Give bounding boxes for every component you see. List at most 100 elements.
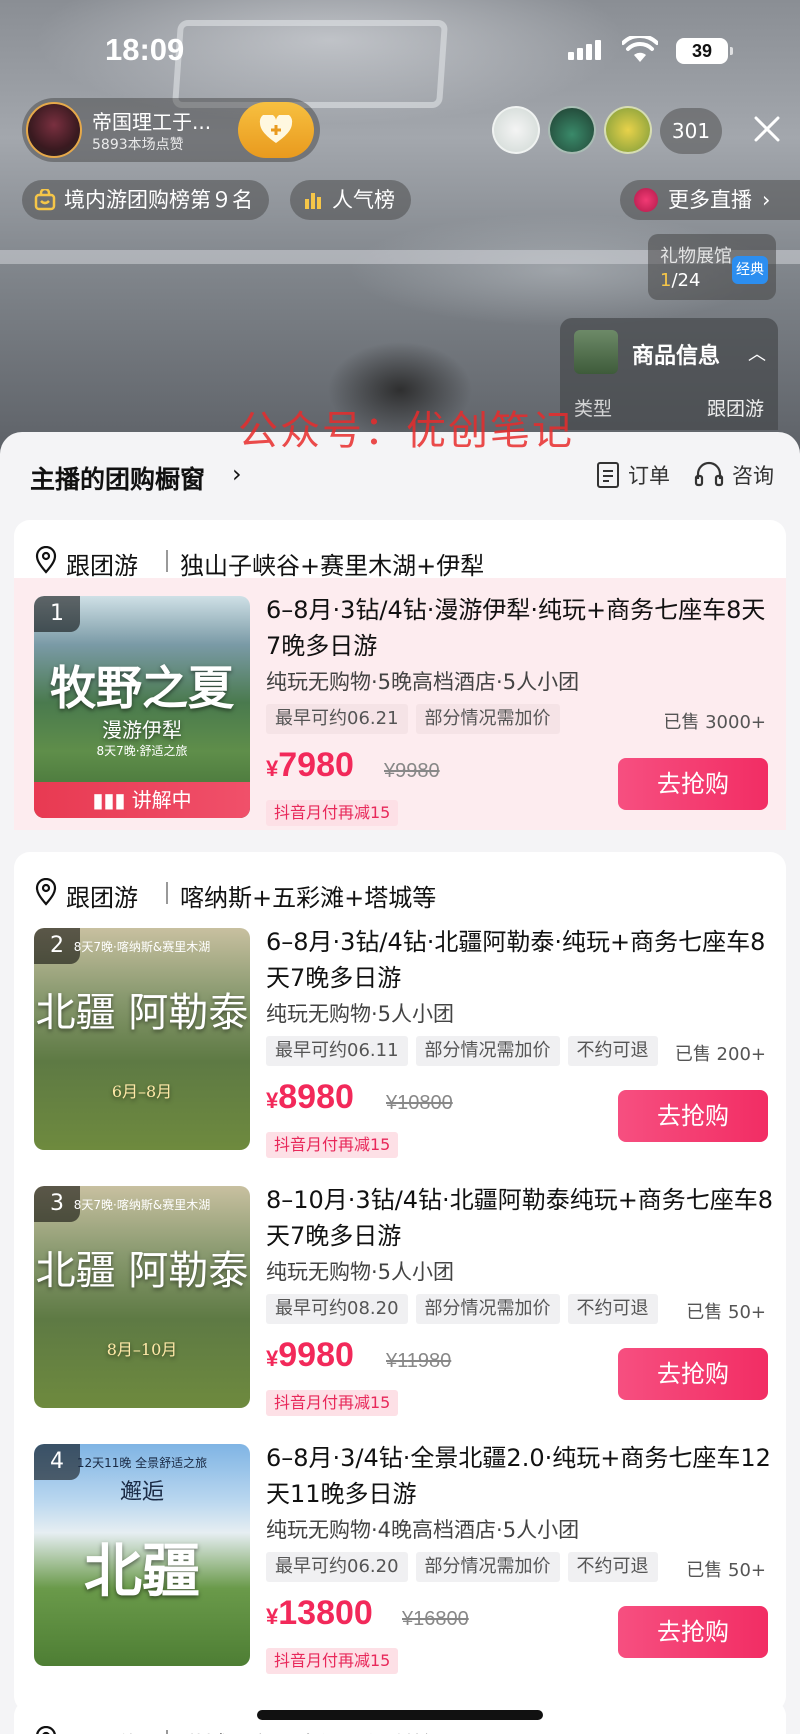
consult-label: 咨询 bbox=[732, 464, 774, 488]
buy-button[interactable]: 去抢购 bbox=[618, 1090, 768, 1142]
gift-hall-count: 1/24 bbox=[660, 270, 701, 291]
bar-chart-icon bbox=[305, 193, 321, 209]
coupon-badge: 抖音月付再减15 bbox=[266, 1648, 399, 1674]
more-live-button[interactable]: 更多直播 › bbox=[620, 180, 800, 220]
gift-hall-badge: 经典 bbox=[732, 256, 768, 284]
thumb-caption: 8天7晚·喀纳斯&赛里木湖 bbox=[73, 940, 211, 954]
thumb-subtitle: 6月–8月 bbox=[111, 1082, 173, 1101]
viewer-avatar[interactable] bbox=[604, 106, 652, 154]
rank-badge: 1 bbox=[34, 596, 80, 632]
status-time: 18:09 bbox=[105, 32, 185, 67]
tag: 不约可退 bbox=[567, 1036, 658, 1066]
ceiling-lamp bbox=[171, 20, 449, 108]
heart-plus-icon bbox=[259, 115, 293, 143]
product-info-title: 商品信息 bbox=[632, 344, 721, 369]
tag-list: 最早可约06.20 部分情况需加价 不约可退 bbox=[266, 1552, 658, 1582]
group-route: 喀纳斯+五彩滩+塔城等 bbox=[180, 884, 437, 912]
gift-hall-title: 礼物展馆 bbox=[660, 246, 732, 267]
cellular-signal-icon bbox=[568, 40, 604, 60]
divider bbox=[166, 882, 168, 904]
product-title[interactable]: 6–8月·3钻/4钻·漫游伊犁·纯玩+商务七座车8天7晚多日游 bbox=[266, 592, 776, 664]
group-buy-sheet: 主播的团购橱窗 › 订单 咨询 跟团游 独山子峡谷+赛里木湖+伊犁 1 牧野之夏… bbox=[0, 432, 800, 1734]
group-type: 跟团游 bbox=[66, 1726, 138, 1734]
sold-count: 已售 3000+ bbox=[663, 712, 766, 733]
watermark: 公众号：优创笔记 bbox=[238, 408, 574, 454]
headset-icon bbox=[694, 461, 724, 487]
tag: 部分情况需加价 bbox=[415, 1036, 560, 1066]
shopping-bag-icon bbox=[34, 189, 56, 211]
group-route: 塔城+赛里木湖+伊犁等 bbox=[180, 1726, 436, 1734]
thumb-subtitle: 漫游伊犁 bbox=[102, 718, 182, 742]
tag: 不约可退 bbox=[567, 1294, 658, 1324]
consult-button[interactable]: 咨询 bbox=[694, 460, 774, 490]
product-subtitle: 纯玩无购物·5人小团 bbox=[266, 1260, 455, 1284]
group-card: 跟团游 喀纳斯+五彩滩+塔城等 2 8天7晚·喀纳斯&赛里木湖 北疆 阿勒泰 6… bbox=[14, 852, 786, 1712]
product-title[interactable]: 6–8月·3钻/4钻·北疆阿勒泰·纯玩+商务七座车8天7晚多日游 bbox=[266, 924, 776, 996]
product-title[interactable]: 6–8月·3/4钻·全景北疆2.0·纯玩+商务七座车12天11晚多日游 bbox=[266, 1440, 776, 1512]
sheet-title[interactable]: 主播的团购橱窗 bbox=[30, 460, 205, 496]
product-item[interactable]: 2 8天7晚·喀纳斯&赛里木湖 北疆 阿勒泰 6月–8月 6–8月·3钻/4钻·… bbox=[14, 910, 786, 1160]
follow-button[interactable] bbox=[238, 102, 314, 158]
explaining-bar[interactable]: ▮▮▮ 讲解中 bbox=[34, 782, 250, 818]
viewer-count[interactable]: 301 bbox=[660, 108, 722, 154]
thumb-caption: 8天7晚·舒适之旅 bbox=[96, 744, 188, 758]
product-subtitle: 纯玩无购物·4晚高档酒店·5人小团 bbox=[266, 1518, 580, 1542]
original-price: ¥10800 bbox=[386, 1092, 453, 1114]
viewer-avatar[interactable] bbox=[548, 106, 596, 154]
product-type-value: 跟团游 bbox=[706, 398, 764, 420]
host-name: 帝国理工于... bbox=[92, 110, 212, 134]
group-type: 跟团游 bbox=[66, 552, 138, 580]
host-avatar[interactable] bbox=[26, 102, 82, 158]
thumb-caption: 8天7晚·喀纳斯&赛里木湖 bbox=[73, 1198, 211, 1212]
thumb-caption: 12天11晚 全景舒适之旅 bbox=[76, 1456, 208, 1470]
price: ¥9980 bbox=[266, 1336, 354, 1374]
document-icon bbox=[597, 462, 619, 488]
orders-button[interactable]: 订单 bbox=[596, 460, 670, 490]
tag: 最早可约06.11 bbox=[266, 1036, 408, 1066]
sold-count: 已售 50+ bbox=[686, 1560, 766, 1581]
host-likes: 5893本场点赞 bbox=[92, 137, 184, 153]
product-image[interactable]: 3 8天7晚·喀纳斯&赛里木湖 北疆 阿勒泰 8月–10月 bbox=[34, 1186, 250, 1408]
product-image[interactable]: 1 牧野之夏 漫游伊犁 8天7晚·舒适之旅 ▮▮▮ 讲解中 bbox=[34, 596, 250, 818]
product-info-panel[interactable]: 商品信息 ︿ 类型 跟团游 bbox=[560, 318, 778, 430]
product-item[interactable]: 1 牧野之夏 漫游伊犁 8天7晚·舒适之旅 ▮▮▮ 讲解中 6–8月·3钻/4钻… bbox=[14, 578, 786, 830]
coupon-badge: 抖音月付再减15 bbox=[266, 800, 399, 826]
gift-hall[interactable]: 礼物展馆 1/24 经典 bbox=[648, 234, 776, 300]
product-item[interactable]: 4 12天11晚 全景舒适之旅 邂逅 北疆 6–8月·3/4钻·全景北疆2.0·… bbox=[14, 1426, 786, 1676]
product-title[interactable]: 8–10月·3钻/4钻·北疆阿勒泰纯玩+商务七座车8天7晚多日游 bbox=[266, 1182, 776, 1254]
group-type: 跟团游 bbox=[66, 884, 138, 912]
tag: 部分情况需加价 bbox=[415, 704, 560, 734]
viewer-avatar[interactable] bbox=[492, 106, 540, 154]
product-item[interactable]: 3 8天7晚·喀纳斯&赛里木湖 北疆 阿勒泰 8月–10月 8–10月·3钻/4… bbox=[14, 1168, 786, 1418]
chevron-up-icon[interactable]: ︿ bbox=[748, 340, 766, 366]
orders-label: 订单 bbox=[628, 464, 670, 488]
thumb-subtitle: 邂逅 bbox=[119, 1480, 164, 1505]
tag: 最早可约08.20 bbox=[266, 1294, 408, 1324]
rank-chip-label: 境内游团购榜第９名 bbox=[64, 188, 253, 212]
price: ¥7980 bbox=[266, 746, 354, 784]
chevron-right-icon[interactable]: › bbox=[232, 460, 242, 488]
tag-list: 最早可约08.20 部分情况需加价 不约可退 bbox=[266, 1294, 658, 1324]
divider bbox=[166, 1730, 168, 1734]
buy-button[interactable]: 去抢购 bbox=[618, 1606, 768, 1658]
close-icon[interactable] bbox=[750, 112, 784, 146]
rank-chip[interactable]: 境内游团购榜第９名 bbox=[22, 180, 269, 220]
location-pin-icon bbox=[36, 1726, 56, 1734]
explaining-label: 讲解中 bbox=[131, 788, 192, 812]
tag-list: 最早可约06.11 部分情况需加价 不约可退 bbox=[266, 1036, 658, 1066]
popularity-chip[interactable]: 人气榜 bbox=[290, 180, 411, 220]
product-image[interactable]: 4 12天11晚 全景舒适之旅 邂逅 北疆 bbox=[34, 1444, 250, 1666]
chevron-right-icon: › bbox=[762, 188, 771, 212]
coupon-badge: 抖音月付再减15 bbox=[266, 1132, 399, 1158]
buy-button[interactable]: 去抢购 bbox=[618, 1348, 768, 1400]
home-indicator[interactable] bbox=[257, 1710, 543, 1720]
coupon-badge: 抖音月付再减15 bbox=[266, 1390, 399, 1416]
popularity-chip-label: 人气榜 bbox=[332, 188, 395, 212]
product-image[interactable]: 2 8天7晚·喀纳斯&赛里木湖 北疆 阿勒泰 6月–8月 bbox=[34, 928, 250, 1150]
thumb-title: 北疆 bbox=[83, 1537, 200, 1605]
original-price: ¥11980 bbox=[386, 1350, 452, 1372]
buy-button[interactable]: 去抢购 bbox=[618, 758, 768, 810]
original-price: ¥9980 bbox=[384, 760, 440, 782]
product-subtitle: 纯玩无购物·5晚高档酒店·5人小团 bbox=[266, 670, 580, 694]
battery-indicator: 39 bbox=[676, 38, 733, 64]
